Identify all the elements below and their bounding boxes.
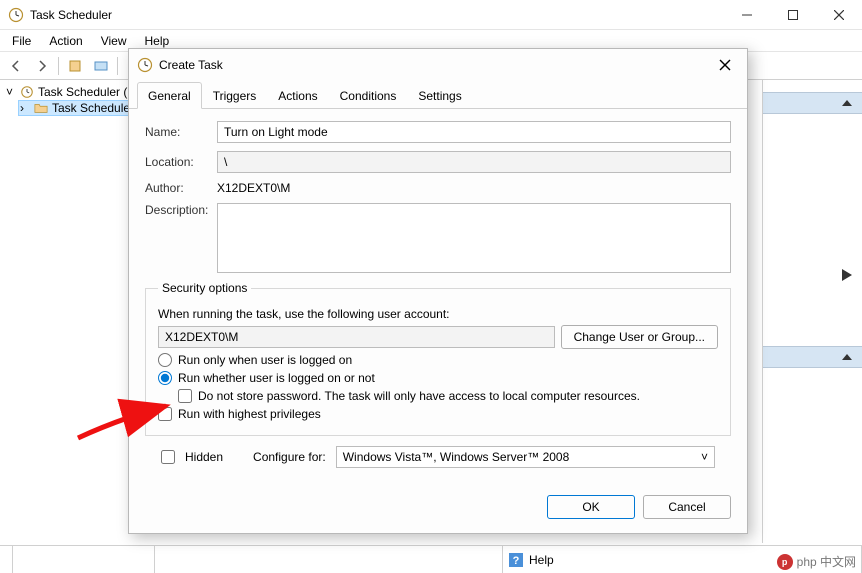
radio-whether-logged[interactable] [158,371,172,385]
change-user-button[interactable]: Change User or Group... [561,325,718,349]
chevron-down-icon: ˅ [6,85,16,99]
when-running-label: When running the task, use the following… [158,307,450,321]
actions-header-1[interactable] [763,92,862,114]
checkbox-highest-privileges[interactable] [158,407,172,421]
radio-logged-on[interactable] [158,353,172,367]
app-title: Task Scheduler [30,8,724,22]
app-icon [8,7,24,23]
configure-for-select[interactable]: Windows Vista™, Windows Server™ 2008 ˅ [336,446,715,468]
dialog-titlebar: Create Task [129,49,747,81]
actions-header-2[interactable] [763,346,862,368]
close-icon [719,59,731,71]
back-button[interactable] [4,55,28,77]
play-icon [842,269,852,281]
menu-action[interactable]: Action [41,32,90,50]
actions-panel [762,80,862,543]
user-account-value: X12DEXT0\M [158,326,555,348]
help-icon: ? [509,553,523,567]
watermark: pphp 中文网 [777,553,856,570]
location-label: Location: [145,155,217,169]
radio-whether-logged-label: Run whether user is logged on or not [178,371,375,385]
location-value: \ [217,151,731,173]
toolbar-btn-1[interactable] [63,55,87,77]
triangle-up-icon [842,98,852,108]
actions-expand[interactable] [763,264,862,286]
dialog-tabs: General Triggers Actions Conditions Sett… [129,81,747,109]
radio-logged-on-label: Run only when user is logged on [178,353,352,367]
tree-child-label: Task Schedule [52,101,130,115]
checkbox-hidden[interactable] [161,450,175,464]
folder-icon [34,101,48,115]
security-legend: Security options [158,281,251,295]
author-value: X12DEXT0\M [217,181,731,195]
hidden-label: Hidden [185,450,223,464]
dialog-button-row: OK Cancel [129,481,747,533]
author-label: Author: [145,181,217,195]
dialog-close-button[interactable] [711,51,739,79]
clock-icon [137,57,153,73]
create-task-dialog: Create Task General Triggers Actions Con… [128,48,748,534]
close-button[interactable] [816,0,862,30]
help-label[interactable]: Help [529,553,554,567]
tab-actions[interactable]: Actions [267,82,328,109]
minimize-button[interactable] [724,0,770,30]
dialog-title: Create Task [159,58,711,72]
cancel-button[interactable]: Cancel [643,495,731,519]
security-options-group: Security options When running the task, … [145,281,731,436]
description-input[interactable] [217,203,731,273]
tab-triggers[interactable]: Triggers [202,82,268,109]
clock-icon [20,85,34,99]
menu-help[interactable]: Help [137,32,178,50]
chevron-down-icon: ˅ [701,450,708,464]
description-label: Description: [145,203,217,217]
tab-conditions[interactable]: Conditions [329,82,408,109]
tree-root-label: Task Scheduler (L [38,85,134,99]
tab-general[interactable]: General [137,82,202,109]
ok-button[interactable]: OK [547,495,635,519]
checkbox-no-password-label: Do not store password. The task will onl… [198,389,640,403]
triangle-up-icon [842,352,852,362]
main-titlebar: Task Scheduler [0,0,862,30]
svg-text:?: ? [513,555,520,567]
checkbox-highest-label: Run with highest privileges [178,407,321,421]
menu-file[interactable]: File [4,32,39,50]
chevron-right-icon: › [20,101,30,115]
configure-for-value: Windows Vista™, Windows Server™ 2008 [343,450,570,464]
menu-view[interactable]: View [93,32,135,50]
maximize-button[interactable] [770,0,816,30]
configure-for-label: Configure for: [253,450,326,464]
general-form: Name: Location: \ Author: X12DEXT0\M Des… [129,109,747,481]
tab-settings[interactable]: Settings [407,82,472,109]
forward-button[interactable] [30,55,54,77]
name-input[interactable] [217,121,731,143]
status-bar: ? Help pphp 中文网 [0,545,862,573]
name-label: Name: [145,125,217,139]
toolbar-btn-2[interactable] [89,55,113,77]
checkbox-no-password[interactable] [178,389,192,403]
